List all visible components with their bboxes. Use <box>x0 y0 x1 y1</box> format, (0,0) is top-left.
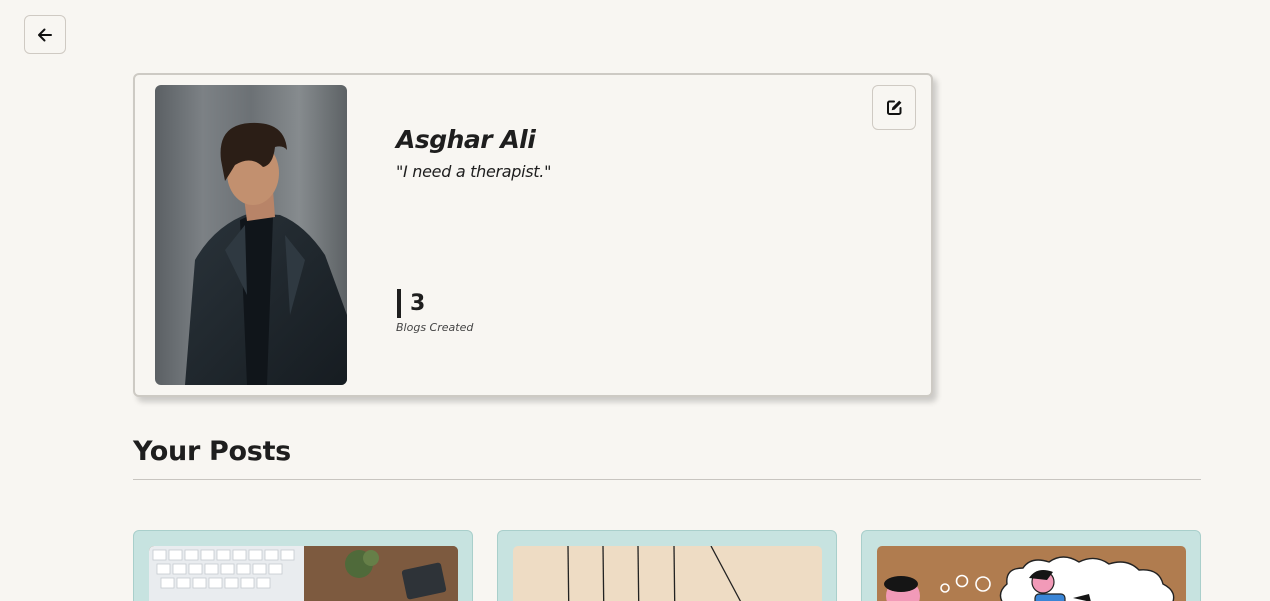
blogs-count-label: Blogs Created <box>396 321 474 334</box>
profile-page: Asghar Ali "I need a therapist." 3 Blogs… <box>0 0 1270 601</box>
edit-square-icon <box>886 100 901 115</box>
profile-card: Asghar Ali "I need a therapist." 3 Blogs… <box>133 73 933 397</box>
section-title: Your Posts <box>133 436 291 467</box>
avatar <box>155 85 347 385</box>
post-card[interactable] <box>497 530 837 601</box>
post-thumbnail <box>149 546 458 601</box>
blogs-count: 3 <box>397 289 425 318</box>
profile-quote: "I need a therapist." <box>396 162 552 181</box>
section-divider <box>133 479 1201 480</box>
post-card[interactable] <box>861 530 1201 601</box>
post-thumbnail <box>513 546 822 601</box>
post-thumbnail <box>877 546 1186 601</box>
edit-profile-button[interactable] <box>872 85 916 130</box>
back-button[interactable] <box>24 15 66 54</box>
profile-name: Asghar Ali <box>396 125 536 154</box>
post-card[interactable] <box>133 530 473 601</box>
profile-photo <box>185 122 347 385</box>
arrow-left-icon <box>38 28 52 41</box>
